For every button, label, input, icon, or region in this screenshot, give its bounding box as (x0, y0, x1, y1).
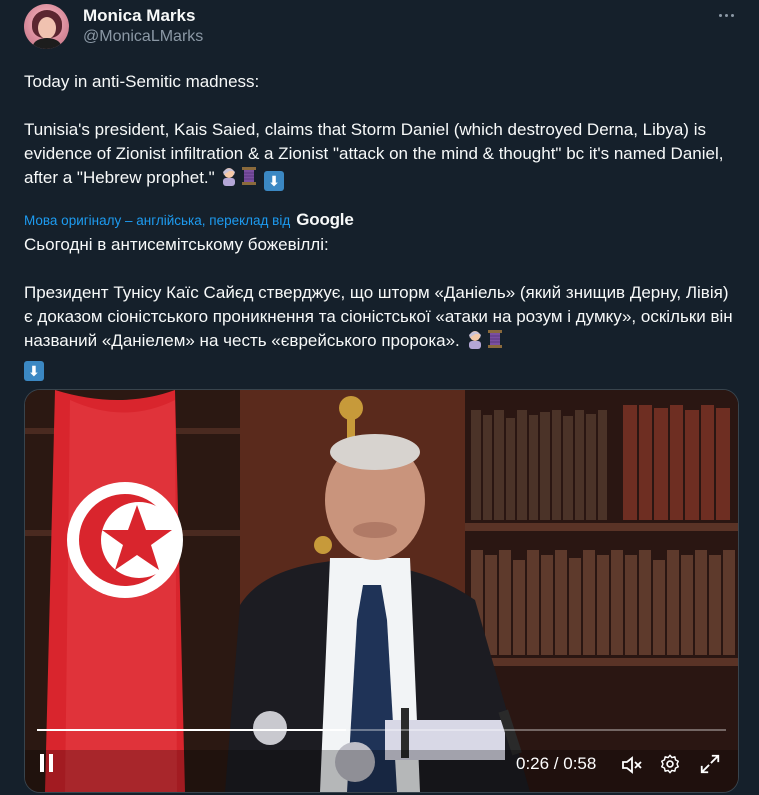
google-logo: Google (296, 210, 354, 229)
woman-facepalming-icon (465, 329, 485, 356)
video-frame (25, 390, 738, 792)
down-arrow-icon: ⬇ (24, 361, 44, 381)
woman-facepalming-icon (219, 166, 239, 193)
translation-label: Мова оригіналу – англійська, переклад ві… (24, 212, 291, 228)
avatar[interactable] (24, 4, 69, 49)
spool-of-thread-icon (239, 166, 259, 193)
mute-icon[interactable] (620, 753, 646, 779)
pause-icon[interactable] (37, 752, 63, 778)
down-arrow-icon: ⬇ (264, 171, 285, 191)
spool-of-thread-icon (485, 329, 505, 356)
video-time: 0:26 / 0:58 (516, 754, 597, 773)
video-progress-bar[interactable] (37, 729, 726, 731)
translation-attribution[interactable]: Мова оригіналу – англійська, переклад ві… (24, 210, 354, 230)
tweet-body: Today in anti-Semitic madness: Tunisia's… (24, 72, 724, 187)
settings-icon[interactable] (659, 753, 685, 779)
more-options-icon[interactable] (711, 4, 741, 26)
tweet-text: Today in anti-Semitic madness: Tunisia's… (24, 70, 739, 193)
fullscreen-icon[interactable] (699, 753, 725, 779)
video-player[interactable]: 0:26 / 0:58 (24, 389, 739, 793)
display-name[interactable]: Monica Marks (83, 6, 195, 26)
translated-text: Сьогодні в антисемітському божевіллі: Пр… (24, 233, 739, 381)
translated-body: Сьогодні в антисемітському божевіллі: Пр… (24, 235, 733, 350)
user-handle[interactable]: @MonicaLMarks (83, 28, 203, 46)
video-progress-fill (37, 729, 346, 731)
